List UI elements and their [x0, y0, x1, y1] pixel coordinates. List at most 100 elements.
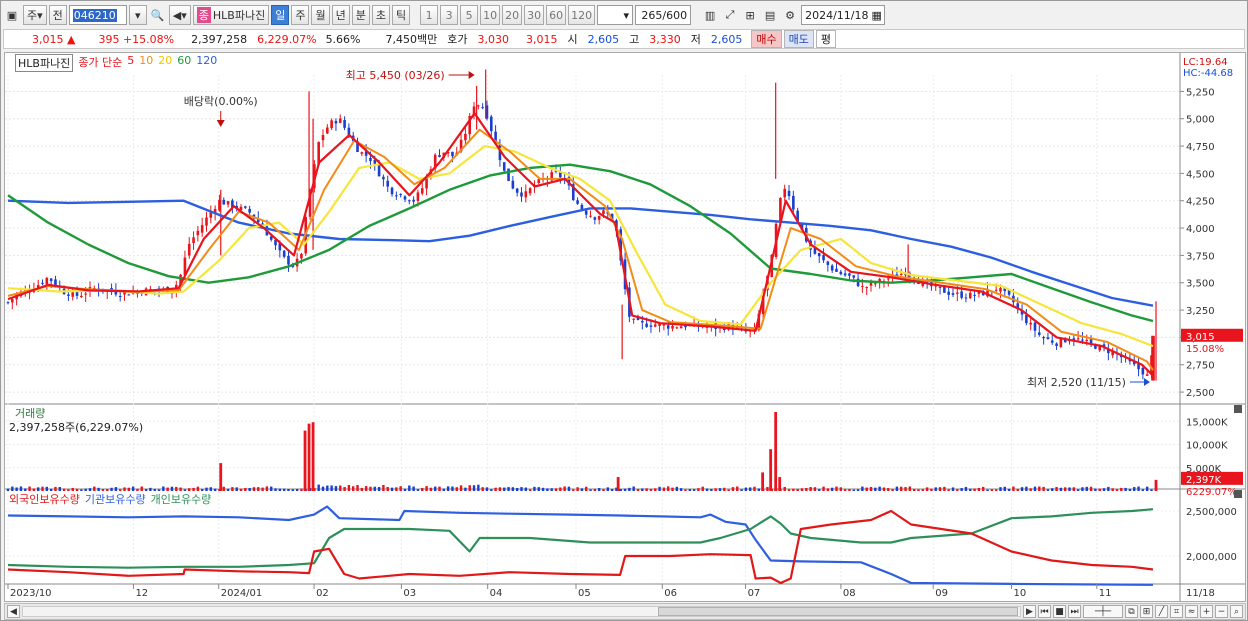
measure-icon[interactable]: ⌗: [1170, 605, 1183, 618]
sell-button[interactable]: 매도: [783, 30, 814, 48]
candle-type-icon[interactable]: ▥: [701, 5, 719, 25]
volume-bar: [757, 488, 761, 491]
tab-period-month[interactable]: 월: [311, 5, 330, 25]
volume-bar: [714, 488, 717, 491]
interval-10[interactable]: 10: [480, 5, 501, 25]
legend-ma10: 10: [139, 54, 154, 67]
tab-period-tick[interactable]: 틱: [391, 5, 411, 25]
copy-icon[interactable]: ⧉: [1125, 605, 1138, 618]
interval-60[interactable]: 60: [546, 5, 567, 25]
tab-period-year[interactable]: 년: [331, 5, 350, 25]
change-pct: +15.08%: [122, 32, 175, 46]
candle-body: [528, 188, 532, 194]
mode-select[interactable]: 주 ▾: [23, 5, 47, 25]
tab-period-week[interactable]: 주: [291, 5, 310, 25]
volume-bar: [783, 486, 786, 491]
tab-period-day[interactable]: 일: [271, 5, 290, 25]
interval-custom-select[interactable]: ▾: [597, 5, 634, 25]
low-price: 2,605: [710, 32, 743, 46]
line-tool-icon[interactable]: ╱: [1155, 605, 1168, 618]
magnify-icon[interactable]: ⌕: [1230, 605, 1243, 618]
up-arrow-icon: ▲: [67, 32, 76, 46]
candle-body: [438, 154, 441, 157]
zoom-out-icon[interactable]: −: [1215, 605, 1228, 618]
save-icon[interactable]: ▤: [761, 5, 779, 25]
tab-period-minute[interactable]: 분: [351, 5, 370, 25]
scroll-right-icon[interactable]: ▶: [1023, 605, 1036, 618]
indicator-icon[interactable]: ⤢: [721, 5, 739, 25]
crosshair-icon[interactable]: ⊞: [741, 5, 759, 25]
date-value: 2024/11/18: [805, 8, 869, 22]
volume-bar: [511, 487, 515, 491]
fib-icon[interactable]: ≈: [1185, 605, 1198, 618]
candle-body: [1029, 322, 1032, 325]
interval-30[interactable]: 30: [524, 5, 545, 25]
candle-body: [67, 294, 70, 296]
lc-label: LC:19.64: [1183, 57, 1228, 68]
candle-body: [481, 107, 484, 109]
volume-bar: [386, 486, 389, 491]
interval-1[interactable]: 1: [420, 5, 439, 25]
interval-3[interactable]: 3: [440, 5, 459, 25]
chart-area[interactable]: 2,5002,7503,0003,2503,5003,7504,0004,250…: [4, 52, 1246, 602]
scroll-left-icon[interactable]: ◀: [7, 605, 20, 618]
date-field[interactable]: 2024/11/18 ▦: [801, 5, 886, 25]
volume-bar: [429, 487, 433, 491]
candle-body: [507, 168, 510, 181]
scope-button[interactable]: 전: [48, 5, 67, 25]
candle-body: [783, 188, 787, 198]
legend-ma20: 20: [158, 54, 173, 67]
fast-forward-icon[interactable]: ⏭: [1068, 605, 1081, 618]
volume-bar: [1063, 487, 1067, 491]
stock-code-input[interactable]: 046210: [68, 5, 127, 25]
x-axis-label: 02: [316, 588, 329, 599]
volume-bar: [576, 487, 579, 491]
holding-tick-label: 2,500,000: [1186, 507, 1237, 518]
stock-chart-svg[interactable]: 2,5002,7503,0003,2503,5003,7504,0004,250…: [5, 53, 1245, 601]
volume-bar: [982, 486, 985, 491]
candle-body: [999, 288, 1002, 292]
eval-button[interactable]: 평: [815, 30, 836, 48]
volume-pct: 6,229.07%: [257, 32, 317, 46]
scroll-thumb[interactable]: [658, 607, 1018, 616]
volume-bar: [356, 484, 359, 491]
scroll-track[interactable]: [22, 606, 1021, 617]
search-icon[interactable]: 🔍: [149, 5, 167, 25]
volume-bar: [1124, 487, 1127, 491]
volume-bar: [485, 487, 489, 491]
candle-body: [41, 282, 44, 284]
interval-5[interactable]: 5: [460, 5, 479, 25]
volume-bar: [1145, 486, 1149, 491]
calendar-icon[interactable]: ▦: [871, 9, 881, 22]
gear-icon[interactable]: ⚙: [781, 5, 799, 25]
sound-button[interactable]: ◀▾: [168, 5, 191, 25]
candle-body: [1145, 374, 1149, 376]
tab-period-second[interactable]: 초: [371, 5, 390, 25]
volume-bar: [619, 489, 622, 491]
volume-bar: [692, 489, 696, 491]
grid-icon[interactable]: ⊞: [1140, 605, 1153, 618]
buy-button[interactable]: 매수: [751, 30, 782, 48]
window-menu-icon[interactable]: ▣: [3, 5, 21, 25]
zoom-in-icon[interactable]: +: [1200, 605, 1213, 618]
candle-body: [960, 291, 963, 298]
stock-name-field[interactable]: 종 HLB파나진: [192, 5, 270, 25]
stop-icon[interactable]: ■: [1053, 605, 1066, 618]
rewind-icon[interactable]: ⏮: [1038, 605, 1051, 618]
count-field[interactable]: 265/600: [635, 5, 692, 25]
volume-bar: [563, 486, 566, 491]
volume-bar: [364, 486, 368, 491]
volume-bar: [705, 488, 709, 491]
candle-body: [679, 326, 683, 329]
volume-bar: [843, 489, 847, 491]
volume-bar: [300, 488, 303, 491]
volume-bar: [861, 486, 864, 491]
interval-20[interactable]: 20: [502, 5, 523, 25]
interval-120[interactable]: 120: [568, 5, 596, 25]
candle-body: [1055, 343, 1058, 346]
volume-bar: [1120, 487, 1123, 491]
volume-bar: [654, 488, 657, 491]
zoom-slider-icon[interactable]: ─┼─: [1083, 605, 1123, 618]
code-dropdown-button[interactable]: ▾: [128, 5, 147, 25]
type-badge: 종: [196, 7, 211, 23]
